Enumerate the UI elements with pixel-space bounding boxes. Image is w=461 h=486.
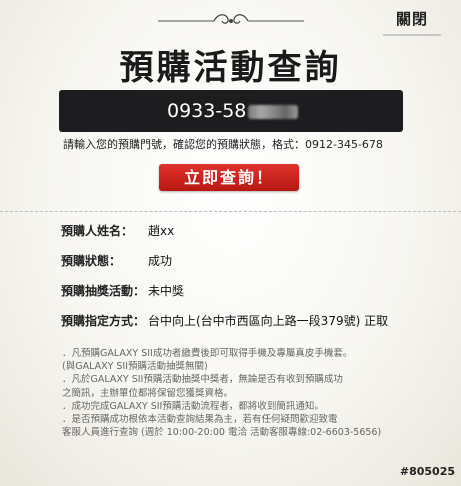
result-row-lottery: 預購抽獎活動： 未中獎: [61, 282, 184, 299]
note-line: ．凡於GALAXY SII預購活動抽獎中獎者，無論是否有收到預購成功: [62, 374, 343, 386]
note-line: ．成功完成GALAXY SII預購活動流程者，都將收到簡訊通知。: [62, 400, 324, 412]
page-title: 預購活動查詢: [119, 48, 342, 88]
result-value: 台中向上(台中市西區向上路一段379號) 正取: [148, 314, 389, 328]
note-line: 之簡訊，主辦單位都將保留您獲獎資格。: [62, 387, 234, 399]
result-value: 未中獎: [148, 284, 185, 298]
close-button[interactable]: 關閉: [383, 6, 441, 36]
phone-input[interactable]: 0933-58: [59, 90, 403, 132]
result-label: 預購狀態：: [61, 254, 122, 268]
phone-value: 0933-58: [167, 100, 247, 122]
note-line: 客服人員進行查詢 (週於 10:00-20:00 電洽 活動客服專線:02-66…: [62, 427, 382, 439]
note-line: (與GALAXY SII預購活動抽獎無關): [62, 361, 208, 373]
result-value: 成功: [148, 254, 173, 268]
note-line: ．是否預購成功根依本活動查詢結果為主，若有任何疑問歡迎致電: [62, 414, 338, 426]
ornament-divider: [157, 14, 304, 24]
format-hint: 請輸入您的預購門號，確認您的預購狀態，格式：0912-345-678: [63, 138, 383, 151]
divider: [0, 211, 461, 212]
watermark: #805025: [399, 465, 455, 478]
result-label: 預購人姓名：: [61, 224, 134, 238]
result-row-status: 預購狀態： 成功: [61, 252, 172, 269]
result-row-name: 預購人姓名： 趙xx: [61, 222, 174, 239]
notes: ．凡預購GALAXY SII成功者繳費後即可取得手機及專屬真皮手機套。 (與GA…: [62, 347, 381, 439]
result-label: 預購指定方式：: [61, 314, 146, 328]
result-label: 預購抽獎活動：: [61, 284, 146, 298]
query-button[interactable]: 立即查詢！: [159, 164, 299, 191]
result-row-method: 預購指定方式： 台中向上(台中市西區向上路一段379號) 正取: [61, 312, 388, 329]
note-line: ．凡預購GALAXY SII成功者繳費後即可取得手機及專屬真皮手機套。: [62, 348, 353, 359]
blurred-digits: [248, 104, 299, 119]
result-value: 趙xx: [148, 224, 175, 238]
